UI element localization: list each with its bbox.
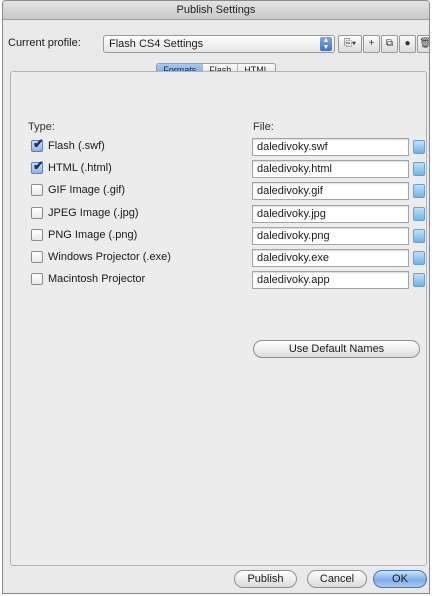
profile-settings-icon: ● — [404, 38, 411, 49]
delete-profile-button[interactable]: 🗑 — [417, 35, 429, 53]
format-label: Windows Projector (.exe) — [48, 251, 171, 263]
folder-icon[interactable] — [413, 207, 425, 221]
format-checkbox[interactable]: ✔ — [31, 158, 44, 174]
format-checkbox[interactable]: ✔ — [31, 136, 44, 152]
format-checkbox[interactable] — [31, 251, 43, 263]
file-column-header: File: — [253, 121, 274, 133]
publish-settings-window: Publish Settings Current profile: Flash … — [2, 0, 430, 594]
profile-settings-button[interactable]: ● — [399, 35, 416, 53]
format-label: HTML (.html) — [48, 162, 112, 174]
format-checkbox-wrap: PNG Image (.png) — [31, 229, 137, 241]
import-export-icon: ⎘▾ — [343, 38, 357, 49]
format-label: JPEG Image (.jpg) — [48, 207, 139, 219]
file-name-field[interactable]: daledivoky.exe — [252, 249, 409, 267]
folder-icon[interactable] — [413, 140, 425, 154]
file-name-field[interactable]: daledivoky.gif — [252, 182, 409, 200]
folder-icon[interactable] — [413, 273, 425, 287]
format-checkbox-wrap: ✔ HTML (.html) — [31, 158, 112, 174]
checkmark-icon: ✔ — [33, 158, 44, 173]
format-label: Flash (.swf) — [48, 140, 105, 152]
format-row: Windows Projector (.exe) daledivoky.exe — [11, 249, 426, 267]
file-name-field[interactable]: daledivoky.app — [252, 271, 409, 289]
window-title: Publish Settings — [3, 1, 429, 20]
format-checkbox[interactable] — [31, 229, 43, 241]
duplicate-profile-button[interactable]: ⧉ — [381, 35, 398, 53]
formats-panel: Type: File: ✔ Flash (.swf) daledivoky.swf ✔… — [10, 71, 427, 566]
profile-label: Current profile: — [8, 37, 81, 49]
file-name-field[interactable]: daledivoky.html — [252, 160, 409, 178]
chevron-updown-icon: ▲ ▼ — [320, 37, 332, 51]
delete-profile-icon: 🗑 — [419, 38, 429, 49]
format-checkbox[interactable] — [31, 184, 43, 196]
ok-button[interactable]: OK — [373, 570, 427, 588]
format-checkbox-wrap: GIF Image (.gif) — [31, 184, 125, 196]
format-row: PNG Image (.png) daledivoky.png — [11, 227, 426, 245]
add-profile-button[interactable]: + — [363, 35, 380, 53]
profile-select[interactable]: Flash CS4 Settings ▲ ▼ — [103, 35, 335, 53]
format-row: Macintosh Projector daledivoky.app — [11, 271, 426, 289]
format-checkbox-wrap: Windows Projector (.exe) — [31, 251, 171, 263]
profile-select-value: Flash CS4 Settings — [109, 38, 204, 50]
folder-icon[interactable] — [413, 251, 425, 265]
checkmark-icon: ✔ — [33, 136, 44, 151]
format-label: GIF Image (.gif) — [48, 184, 126, 196]
profile-row: Current profile: Flash CS4 Settings ▲ ▼ ⎘… — [8, 35, 429, 53]
format-checkbox[interactable] — [31, 207, 43, 219]
format-row: ✔ HTML (.html) daledivoky.html — [11, 158, 426, 178]
file-name-field[interactable]: daledivoky.swf — [252, 138, 409, 156]
cancel-button[interactable]: Cancel — [307, 570, 367, 588]
import-export-button[interactable]: ⎘▾ — [338, 35, 362, 53]
use-default-names-button[interactable]: Use Default Names — [253, 340, 420, 358]
format-row: GIF Image (.gif) daledivoky.gif — [11, 182, 426, 200]
format-row: JPEG Image (.jpg) daledivoky.jpg — [11, 205, 426, 223]
folder-icon[interactable] — [413, 162, 425, 176]
file-name-field[interactable]: daledivoky.jpg — [252, 205, 409, 223]
type-column-header: Type: — [28, 121, 55, 133]
profile-toolbar: ⎘▾ + ⧉ ● 🗑 — [338, 35, 429, 53]
add-profile-icon: + — [368, 38, 375, 49]
format-checkbox-wrap: Macintosh Projector — [31, 273, 145, 285]
format-checkbox-wrap: ✔ Flash (.swf) — [31, 136, 105, 152]
folder-icon[interactable] — [413, 184, 425, 198]
publish-button[interactable]: Publish — [234, 570, 297, 588]
file-name-field[interactable]: daledivoky.png — [252, 227, 409, 245]
format-label: PNG Image (.png) — [48, 229, 138, 241]
format-checkbox-wrap: JPEG Image (.jpg) — [31, 207, 138, 219]
folder-icon[interactable] — [413, 229, 425, 243]
format-label: Macintosh Projector — [48, 273, 146, 285]
duplicate-profile-icon: ⧉ — [385, 38, 394, 49]
format-row: ✔ Flash (.swf) daledivoky.swf — [11, 136, 426, 156]
format-checkbox[interactable] — [31, 273, 43, 285]
